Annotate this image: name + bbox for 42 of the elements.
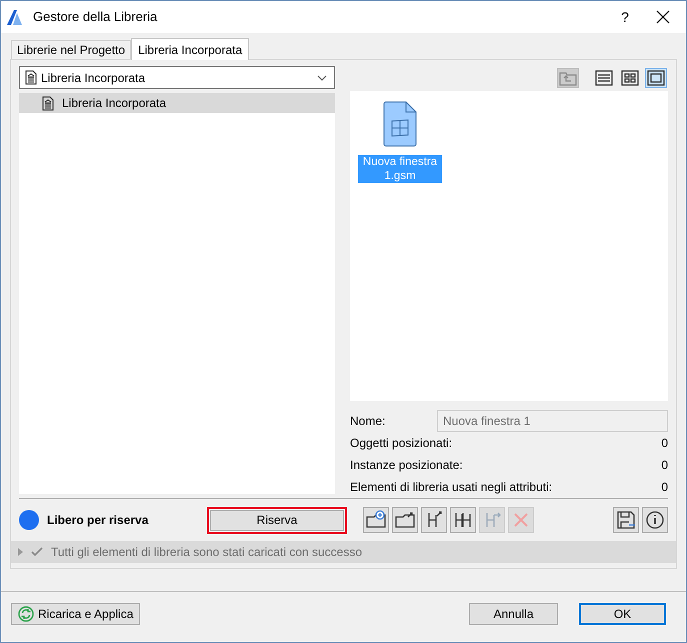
- reserve-status: Libero per riserva: [47, 512, 150, 529]
- chevron-down-icon: [317, 74, 327, 80]
- detail-value: 0: [661, 435, 668, 452]
- action-button[interactable]: [392, 507, 418, 533]
- ok-button[interactable]: OK: [579, 603, 666, 625]
- app-logo-icon: [5, 7, 25, 27]
- list-view-icon: [595, 70, 613, 86]
- library-dropdown[interactable]: Libreria Incorporata: [19, 66, 335, 89]
- detail-label: Oggetti posizionati:: [350, 435, 452, 452]
- action-button[interactable]: [642, 507, 668, 533]
- action-button[interactable]: [421, 507, 447, 533]
- reload-apply-button[interactable]: Ricarica e Applica: [11, 603, 140, 625]
- info-icon: [644, 509, 666, 531]
- large-view-icon: [647, 70, 665, 86]
- close-icon[interactable]: [656, 10, 670, 24]
- grid-view-icon: [621, 70, 639, 86]
- window-file-icon: [383, 100, 417, 147]
- action-button[interactable]: [613, 507, 639, 533]
- field-label: Nome:: [350, 412, 386, 430]
- detail-value: 0: [661, 457, 668, 474]
- help-button[interactable]: ?: [610, 6, 640, 28]
- view-button[interactable]: [593, 68, 615, 88]
- detail-value: 0: [661, 479, 668, 496]
- detail-label: Instanze posizionate:: [350, 457, 463, 474]
- window-title: Gestore della Libreria: [33, 8, 158, 26]
- action-button[interactable]: [363, 507, 389, 533]
- refresh-icon: [18, 606, 34, 622]
- tab[interactable]: Librerie nel Progetto: [11, 40, 132, 59]
- save-icon: [615, 509, 637, 531]
- detail-label: Elementi di libreria usati negli attributi:: [350, 479, 552, 496]
- action-button[interactable]: [450, 507, 476, 533]
- view-button[interactable]: [619, 68, 641, 88]
- tab[interactable]: Libreria Incorporata: [131, 38, 250, 60]
- cancel-button[interactable]: Annulla: [469, 603, 558, 625]
- name-field: Nuova finestra 1: [437, 410, 668, 432]
- tree-item[interactable]: Libreria Incorporata: [19, 93, 335, 113]
- check-icon: [31, 547, 43, 557]
- status-message: Tutti gli elementi di libreria sono stati caricati con successo: [51, 544, 362, 561]
- view-button[interactable]: [645, 68, 667, 88]
- library-file-icon: [25, 70, 37, 85]
- library-file-icon: [42, 96, 54, 110]
- folder-up-icon: [559, 70, 577, 86]
